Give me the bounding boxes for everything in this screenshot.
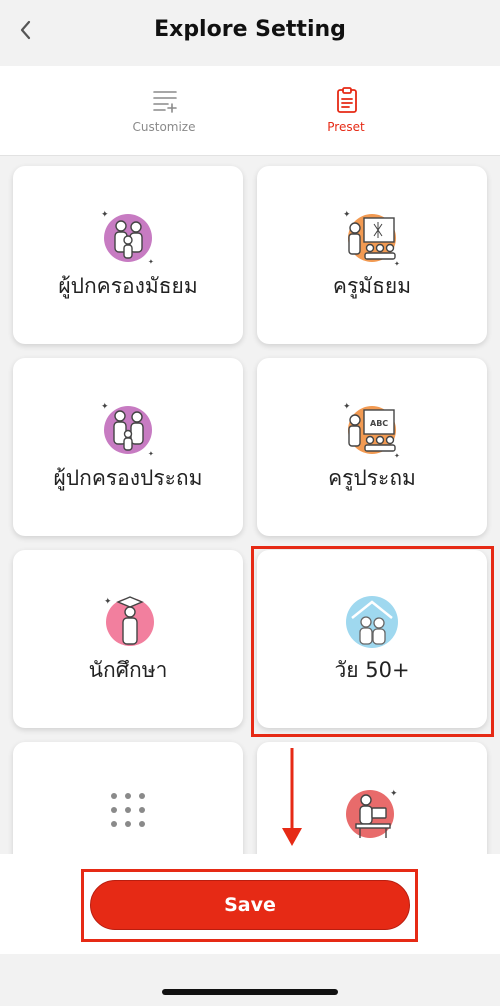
preset-card-teacher-secondary[interactable]: ✦ ✦ ครูมัธยม	[257, 166, 487, 344]
svg-text:✦: ✦	[394, 260, 400, 268]
preset-label: นักศึกษา	[88, 658, 168, 682]
tab-customize-label: Customize	[132, 120, 196, 134]
svg-text:✦: ✦	[148, 450, 154, 458]
arrow-down-icon	[282, 748, 302, 846]
svg-text:✦: ✦	[101, 210, 109, 220]
preset-label: ครูมัธยม	[332, 274, 412, 298]
teacher-abc-icon: ABC ✦ ✦	[343, 402, 400, 460]
preset-card-parent-secondary[interactable]: ✦ ✦ ผู้ปกครองมัธยม	[13, 166, 243, 344]
preset-card-student[interactable]: ✦ นักศึกษา	[13, 550, 243, 728]
preset-card-other[interactable]	[13, 742, 243, 854]
svg-text:✦: ✦	[343, 210, 351, 220]
save-button[interactable]: Save	[90, 880, 410, 930]
list-add-icon	[153, 91, 177, 113]
svg-text:✦: ✦	[148, 258, 154, 266]
svg-text:✦: ✦	[101, 402, 109, 412]
grid-dots-icon	[111, 793, 145, 827]
teacher-icon: ✦ ✦	[343, 210, 400, 268]
tab-customize[interactable]: Customize	[94, 66, 234, 156]
tab-bar: Customize Preset	[0, 66, 500, 156]
family-icon: ✦ ✦	[101, 210, 154, 266]
page-title: Explore Setting	[154, 17, 346, 42]
preset-grid: ✦ ✦ ผู้ปกครองมัธยม ✦ ✦ ครูมัธยม ✦ ✦ ผู้ป…	[0, 157, 500, 854]
card-highlight-frame	[251, 546, 494, 737]
svg-text:✦: ✦	[343, 402, 351, 412]
preset-card-teacher-primary[interactable]: ABC ✦ ✦ ครูประถม	[257, 358, 487, 536]
home-indicator	[162, 989, 338, 995]
tab-preset-label: Preset	[327, 120, 365, 134]
office-worker-icon: ✦	[346, 789, 398, 838]
preset-label: ผู้ปกครองมัธยม	[58, 274, 198, 298]
svg-text:✦: ✦	[390, 789, 398, 799]
svg-text:✦: ✦	[104, 597, 112, 607]
family-icon: ✦ ✦	[101, 402, 154, 458]
clipboard-icon	[337, 87, 357, 113]
tab-preset[interactable]: Preset	[276, 66, 416, 156]
preset-card-parent-primary[interactable]: ✦ ✦ ผู้ปกครองประถม	[13, 358, 243, 536]
preset-label: ผู้ปกครองประถม	[53, 466, 203, 490]
graduate-icon: ✦	[104, 596, 154, 646]
svg-text:✦: ✦	[394, 452, 400, 460]
header-bar: Explore Setting	[0, 0, 500, 66]
preset-label: ครูประถม	[328, 466, 416, 490]
svg-text:ABC: ABC	[370, 419, 388, 428]
